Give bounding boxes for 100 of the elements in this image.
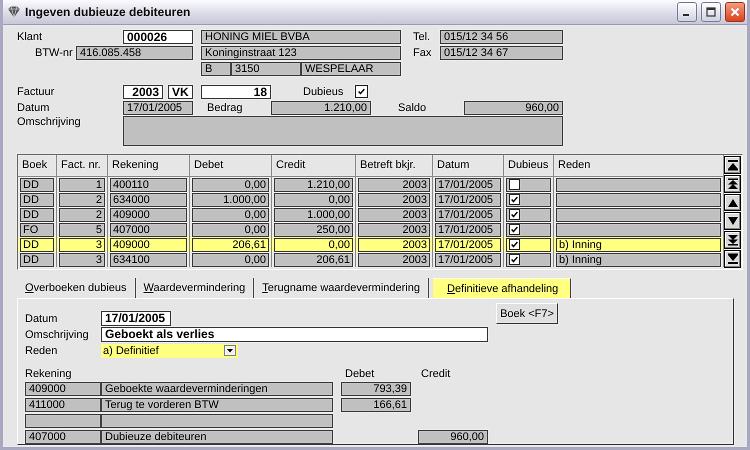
tab[interactable]: Terugname waardevermindering bbox=[254, 278, 429, 298]
checkbox[interactable] bbox=[509, 254, 520, 265]
field-label: Omschrijving bbox=[17, 116, 82, 128]
scroll-button[interactable] bbox=[724, 156, 741, 174]
checkbox[interactable] bbox=[509, 239, 520, 250]
customer-field[interactable]: 000026 bbox=[123, 30, 193, 44]
table-cell: 407000 bbox=[110, 223, 187, 237]
column-header: Fact. nr. bbox=[57, 155, 108, 176]
table-cell: 3 bbox=[59, 253, 105, 267]
postcode-field: 3150 bbox=[231, 62, 301, 76]
table-cell: 2003 bbox=[358, 178, 430, 192]
table-cell: 17/01/2005 bbox=[435, 208, 501, 222]
tab[interactable]: Waardevermindering bbox=[136, 278, 254, 298]
field-label: Datum bbox=[17, 102, 50, 114]
year-field[interactable]: 2003 bbox=[123, 84, 163, 98]
scroll-button[interactable] bbox=[724, 174, 741, 193]
fax-field: 015/12 34 67 bbox=[440, 46, 563, 60]
scroll-button[interactable] bbox=[724, 231, 741, 250]
window-title: Ingeven dubieuze debiteuren bbox=[25, 5, 192, 19]
table-cell: 2003 bbox=[358, 238, 430, 252]
last-icon bbox=[726, 253, 738, 266]
table-cell: b) Inning bbox=[556, 238, 721, 252]
phone-field: 015/12 34 56 bbox=[440, 30, 563, 44]
city-field: WESPELAAR bbox=[301, 62, 401, 76]
scroll-button[interactable] bbox=[724, 250, 741, 268]
table-row[interactable]: FO 5 407000 0,00 250,00 2003 17/01/2005 bbox=[18, 222, 724, 237]
table-cell: 0,00 bbox=[192, 208, 269, 222]
checkbox[interactable] bbox=[509, 194, 520, 205]
date-input[interactable]: 17/01/2005 bbox=[101, 311, 171, 326]
column-header: Debet bbox=[345, 368, 376, 380]
table-cell: FO bbox=[20, 223, 54, 237]
field-label: Klant bbox=[17, 30, 44, 42]
field-label: BTW-nr bbox=[35, 46, 74, 58]
table-cell: 0,00 bbox=[274, 193, 353, 207]
maximize-icon bbox=[706, 7, 716, 17]
table-row[interactable]: DD 2 409000 0,00 1.000,00 2003 17/01/2005 bbox=[18, 207, 724, 222]
table-cell: 17/01/2005 bbox=[435, 223, 501, 237]
amount-field: 1.210,00 bbox=[271, 100, 371, 114]
country-field: B bbox=[201, 62, 231, 76]
debit-cell: 793,39 bbox=[341, 382, 411, 396]
table-cell: 634000 bbox=[110, 193, 187, 207]
reason-dropdown[interactable]: a) Definitief bbox=[101, 344, 238, 358]
column-header: Credit bbox=[272, 155, 356, 176]
table-row[interactable]: DD 2 634000 1.000,00 0,00 2003 17/01/2005 bbox=[18, 192, 724, 207]
account-cell: 407000 bbox=[25, 430, 101, 444]
table-cell: 1.000,00 bbox=[274, 208, 353, 222]
down-icon bbox=[726, 215, 738, 228]
description-input[interactable]: Geboekt als verlies bbox=[101, 327, 488, 342]
table-row[interactable]: DD 1 400110 0,00 1.210,00 2003 17/01/2005 bbox=[18, 177, 724, 192]
debit-cell: 166,61 bbox=[341, 398, 411, 412]
account-cell: 409000 bbox=[25, 382, 101, 396]
tab[interactable]: Overboeken dubieus bbox=[17, 278, 136, 298]
table-cell: 409000 bbox=[110, 238, 187, 252]
checkbox[interactable] bbox=[355, 85, 368, 98]
table-row[interactable]: DD 3 634100 0,00 206,61 2003 17/01/2005 b) Inning bbox=[18, 252, 724, 267]
up-icon bbox=[726, 196, 738, 209]
field-label: Saldo bbox=[398, 102, 428, 114]
table-cell: DD bbox=[20, 178, 54, 192]
table-row[interactable]: DD 3 409000 206,61 0,00 2003 17/01/2005 b) Inning bbox=[18, 237, 724, 252]
table-cell: 2003 bbox=[358, 193, 430, 207]
minimize-button[interactable] bbox=[677, 2, 697, 22]
table-cell: 17/01/2005 bbox=[435, 253, 501, 267]
first-icon bbox=[726, 158, 738, 171]
scroll-button[interactable] bbox=[724, 194, 741, 212]
column-header: Dubieus bbox=[504, 155, 554, 176]
field-label: Factuur bbox=[17, 86, 56, 98]
book-button[interactable]: Boek <F7> bbox=[496, 303, 558, 324]
gem-icon bbox=[7, 6, 21, 18]
vat-field: 416.085.458 bbox=[76, 46, 193, 60]
date-field: 17/01/2005 bbox=[123, 100, 193, 114]
table-cell: 2003 bbox=[358, 208, 430, 222]
tab[interactable]: Definitieve afhandeling bbox=[432, 278, 572, 298]
column-header: Rekening bbox=[25, 368, 72, 380]
column-header: Betreft bkjr. bbox=[356, 155, 433, 176]
table-cell: 2003 bbox=[358, 223, 430, 237]
column-header: Credit bbox=[421, 368, 450, 380]
table-cell: DD bbox=[20, 253, 54, 267]
table-cell: 2 bbox=[59, 193, 105, 207]
journal-field[interactable]: VK bbox=[168, 84, 193, 98]
maximize-button[interactable] bbox=[701, 2, 721, 22]
account-cell: 411000 bbox=[25, 398, 101, 412]
checkbox[interactable] bbox=[509, 209, 520, 220]
table-cell: DD bbox=[20, 193, 54, 207]
table-cell: b) Inning bbox=[556, 253, 721, 267]
field-label: Bedrag bbox=[207, 102, 244, 114]
checkbox[interactable] bbox=[509, 224, 520, 235]
close-button[interactable] bbox=[725, 2, 745, 22]
table-cell: 2003 bbox=[358, 253, 430, 267]
table-cell: 1.210,00 bbox=[274, 178, 353, 192]
account-name-cell: Geboekte waardeverminderingen bbox=[101, 382, 333, 396]
check-icon bbox=[357, 87, 366, 96]
table-cell: 206,61 bbox=[192, 238, 269, 252]
double-up-icon bbox=[726, 178, 738, 190]
account-name-cell: Terug te vorderen BTW bbox=[101, 398, 333, 412]
table-cell: 409000 bbox=[110, 208, 187, 222]
invoice-number-field[interactable]: 18 bbox=[201, 84, 271, 98]
table-cell: 1.000,00 bbox=[192, 193, 269, 207]
scroll-button[interactable] bbox=[724, 212, 741, 230]
checkbox[interactable] bbox=[509, 179, 520, 190]
column-header: Debet bbox=[190, 155, 272, 176]
